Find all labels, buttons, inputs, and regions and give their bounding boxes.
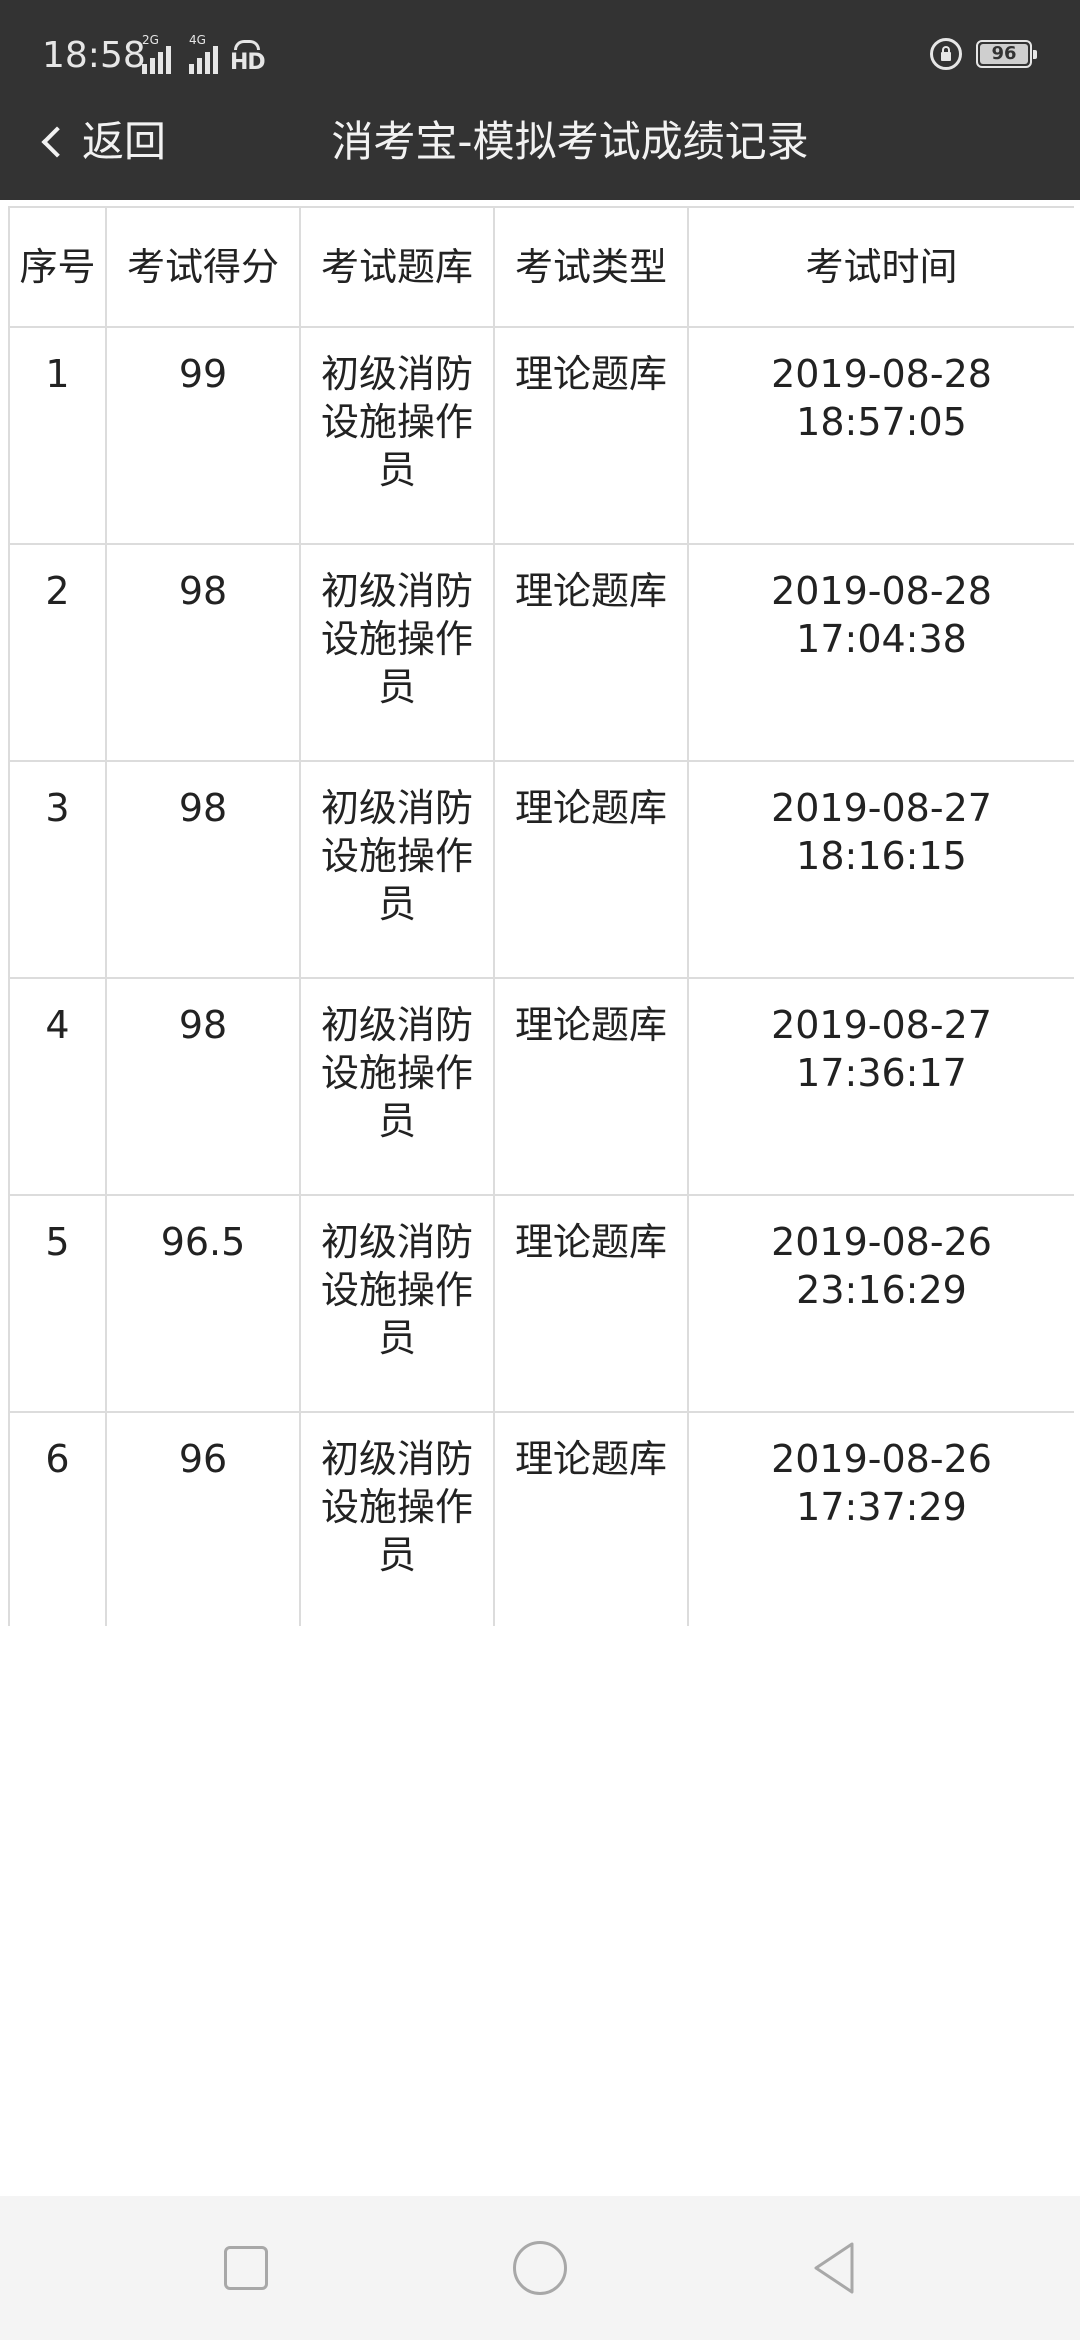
cell-index: 2 — [8, 543, 107, 762]
cell-type: 理论题库 — [493, 1194, 689, 1413]
cell-score: 96 — [105, 1411, 301, 1626]
signal-tag-2g: 2G — [142, 33, 159, 47]
cell-type: 理论题库 — [493, 543, 689, 762]
signal-indicators: 2G 4G HD — [142, 34, 276, 74]
cell-time: 2019-08-27 17:36:17 — [687, 977, 1074, 1196]
cell-bank: 初级消防设施操作员 — [299, 1194, 495, 1413]
exam-date: 2019-08-26 — [771, 1437, 992, 1481]
status-time: 18:58 — [42, 35, 146, 76]
cell-index: 3 — [8, 760, 107, 979]
hd-label: HD — [230, 50, 266, 75]
battery-level: 96 — [980, 44, 1028, 64]
cell-score: 98 — [105, 543, 301, 762]
column-header-score: 考试得分 — [105, 206, 301, 328]
cell-bank: 初级消防设施操作员 — [299, 326, 495, 545]
cell-index: 1 — [8, 326, 107, 545]
exam-date: 2019-08-28 — [771, 352, 992, 396]
table-row[interactable]: 2 98 初级消防设施操作员 理论题库 2019-08-28 17:04:38 — [8, 543, 1074, 762]
signal-tag-4g: 4G — [189, 33, 206, 47]
circle-home-icon[interactable] — [510, 2238, 570, 2298]
status-bar: 18:58 2G 4G HD 96 — [0, 0, 1080, 108]
cell-score: 98 — [105, 977, 301, 1196]
exam-clock: 18:16:15 — [796, 834, 967, 878]
cell-score: 96.5 — [105, 1194, 301, 1413]
cell-score: 98 — [105, 760, 301, 979]
cell-type: 理论题库 — [493, 1411, 689, 1626]
signal-4g-icon: 4G — [189, 34, 218, 74]
exam-date: 2019-08-27 — [771, 1003, 992, 1047]
cell-bank: 初级消防设施操作员 — [299, 1411, 495, 1626]
cell-time: 2019-08-26 17:37:29 — [687, 1411, 1074, 1626]
top-bar: 18:58 2G 4G HD 96 返回 消考宝-模拟考试成绩记录 — [0, 0, 1080, 200]
system-nav-bar — [0, 2196, 1080, 2340]
exam-clock: 18:57:05 — [796, 400, 967, 444]
cell-time: 2019-08-28 18:57:05 — [687, 326, 1074, 545]
cell-index: 4 — [8, 977, 107, 1196]
exam-date: 2019-08-26 — [771, 1220, 992, 1264]
battery-icon: 96 — [976, 40, 1037, 68]
bank-text: 初级消防设施操作员 — [320, 786, 473, 926]
cell-type: 理论题库 — [493, 760, 689, 979]
chevron-left-icon — [41, 126, 73, 158]
table-row[interactable]: 6 96 初级消防设施操作员 理论题库 2019-08-26 17:37:29 — [8, 1411, 1074, 1626]
column-header-index: 序号 — [8, 206, 107, 328]
exam-clock: 17:37:29 — [796, 1485, 967, 1529]
triangle-back-icon[interactable] — [804, 2238, 864, 2298]
table-row[interactable]: 3 98 初级消防设施操作员 理论题库 2019-08-27 18:16:15 — [8, 760, 1074, 979]
exam-clock: 23:16:29 — [796, 1268, 967, 1312]
cell-time: 2019-08-28 17:04:38 — [687, 543, 1074, 762]
signal-2g-icon: 2G — [142, 34, 171, 74]
cell-type: 理论题库 — [493, 977, 689, 1196]
results-table: 序号 考试得分 考试题库 考试类型 考试时间 1 99 初级消防设施操作员 理论… — [8, 206, 1074, 1626]
column-header-bank: 考试题库 — [299, 206, 495, 328]
cell-time: 2019-08-26 23:16:29 — [687, 1194, 1074, 1413]
bank-text: 初级消防设施操作员 — [320, 1220, 473, 1360]
cell-index: 6 — [8, 1411, 107, 1626]
table-row[interactable]: 5 96.5 初级消防设施操作员 理论题库 2019-08-26 23:16:29 — [8, 1194, 1074, 1413]
page-title: 消考宝-模拟考试成绩记录 — [331, 117, 809, 166]
cell-time: 2019-08-27 18:16:15 — [687, 760, 1074, 979]
cell-bank: 初级消防设施操作员 — [299, 543, 495, 762]
exam-date: 2019-08-27 — [771, 786, 992, 830]
exam-clock: 17:04:38 — [796, 617, 967, 661]
results-table-container: 序号 考试得分 考试题库 考试类型 考试时间 1 99 初级消防设施操作员 理论… — [8, 206, 1074, 1626]
cell-index: 5 — [8, 1194, 107, 1413]
column-header-time: 考试时间 — [687, 206, 1074, 328]
cell-bank: 初级消防设施操作员 — [299, 977, 495, 1196]
rotation-lock-icon — [930, 38, 962, 70]
back-button[interactable]: 返回 — [36, 108, 166, 176]
back-label: 返回 — [82, 117, 167, 166]
bank-text: 初级消防设施操作员 — [320, 1437, 473, 1577]
cell-score: 99 — [105, 326, 301, 545]
hd-voice-icon: HD — [228, 40, 276, 74]
table-row[interactable]: 1 99 初级消防设施操作员 理论题库 2019-08-28 18:57:05 — [8, 326, 1074, 545]
square-recent-apps-icon[interactable] — [216, 2238, 276, 2298]
exam-clock: 17:36:17 — [796, 1051, 967, 1095]
exam-date: 2019-08-28 — [771, 569, 992, 613]
cell-type: 理论题库 — [493, 326, 689, 545]
bank-text: 初级消防设施操作员 — [320, 352, 473, 492]
bank-text: 初级消防设施操作员 — [320, 569, 473, 709]
cell-bank: 初级消防设施操作员 — [299, 760, 495, 979]
column-header-type: 考试类型 — [493, 206, 689, 328]
table-row[interactable]: 4 98 初级消防设施操作员 理论题库 2019-08-27 17:36:17 — [8, 977, 1074, 1196]
table-header-row: 序号 考试得分 考试题库 考试类型 考试时间 — [8, 206, 1074, 328]
app-header: 返回 消考宝-模拟考试成绩记录 — [0, 108, 1080, 200]
bank-text: 初级消防设施操作员 — [320, 1003, 473, 1143]
